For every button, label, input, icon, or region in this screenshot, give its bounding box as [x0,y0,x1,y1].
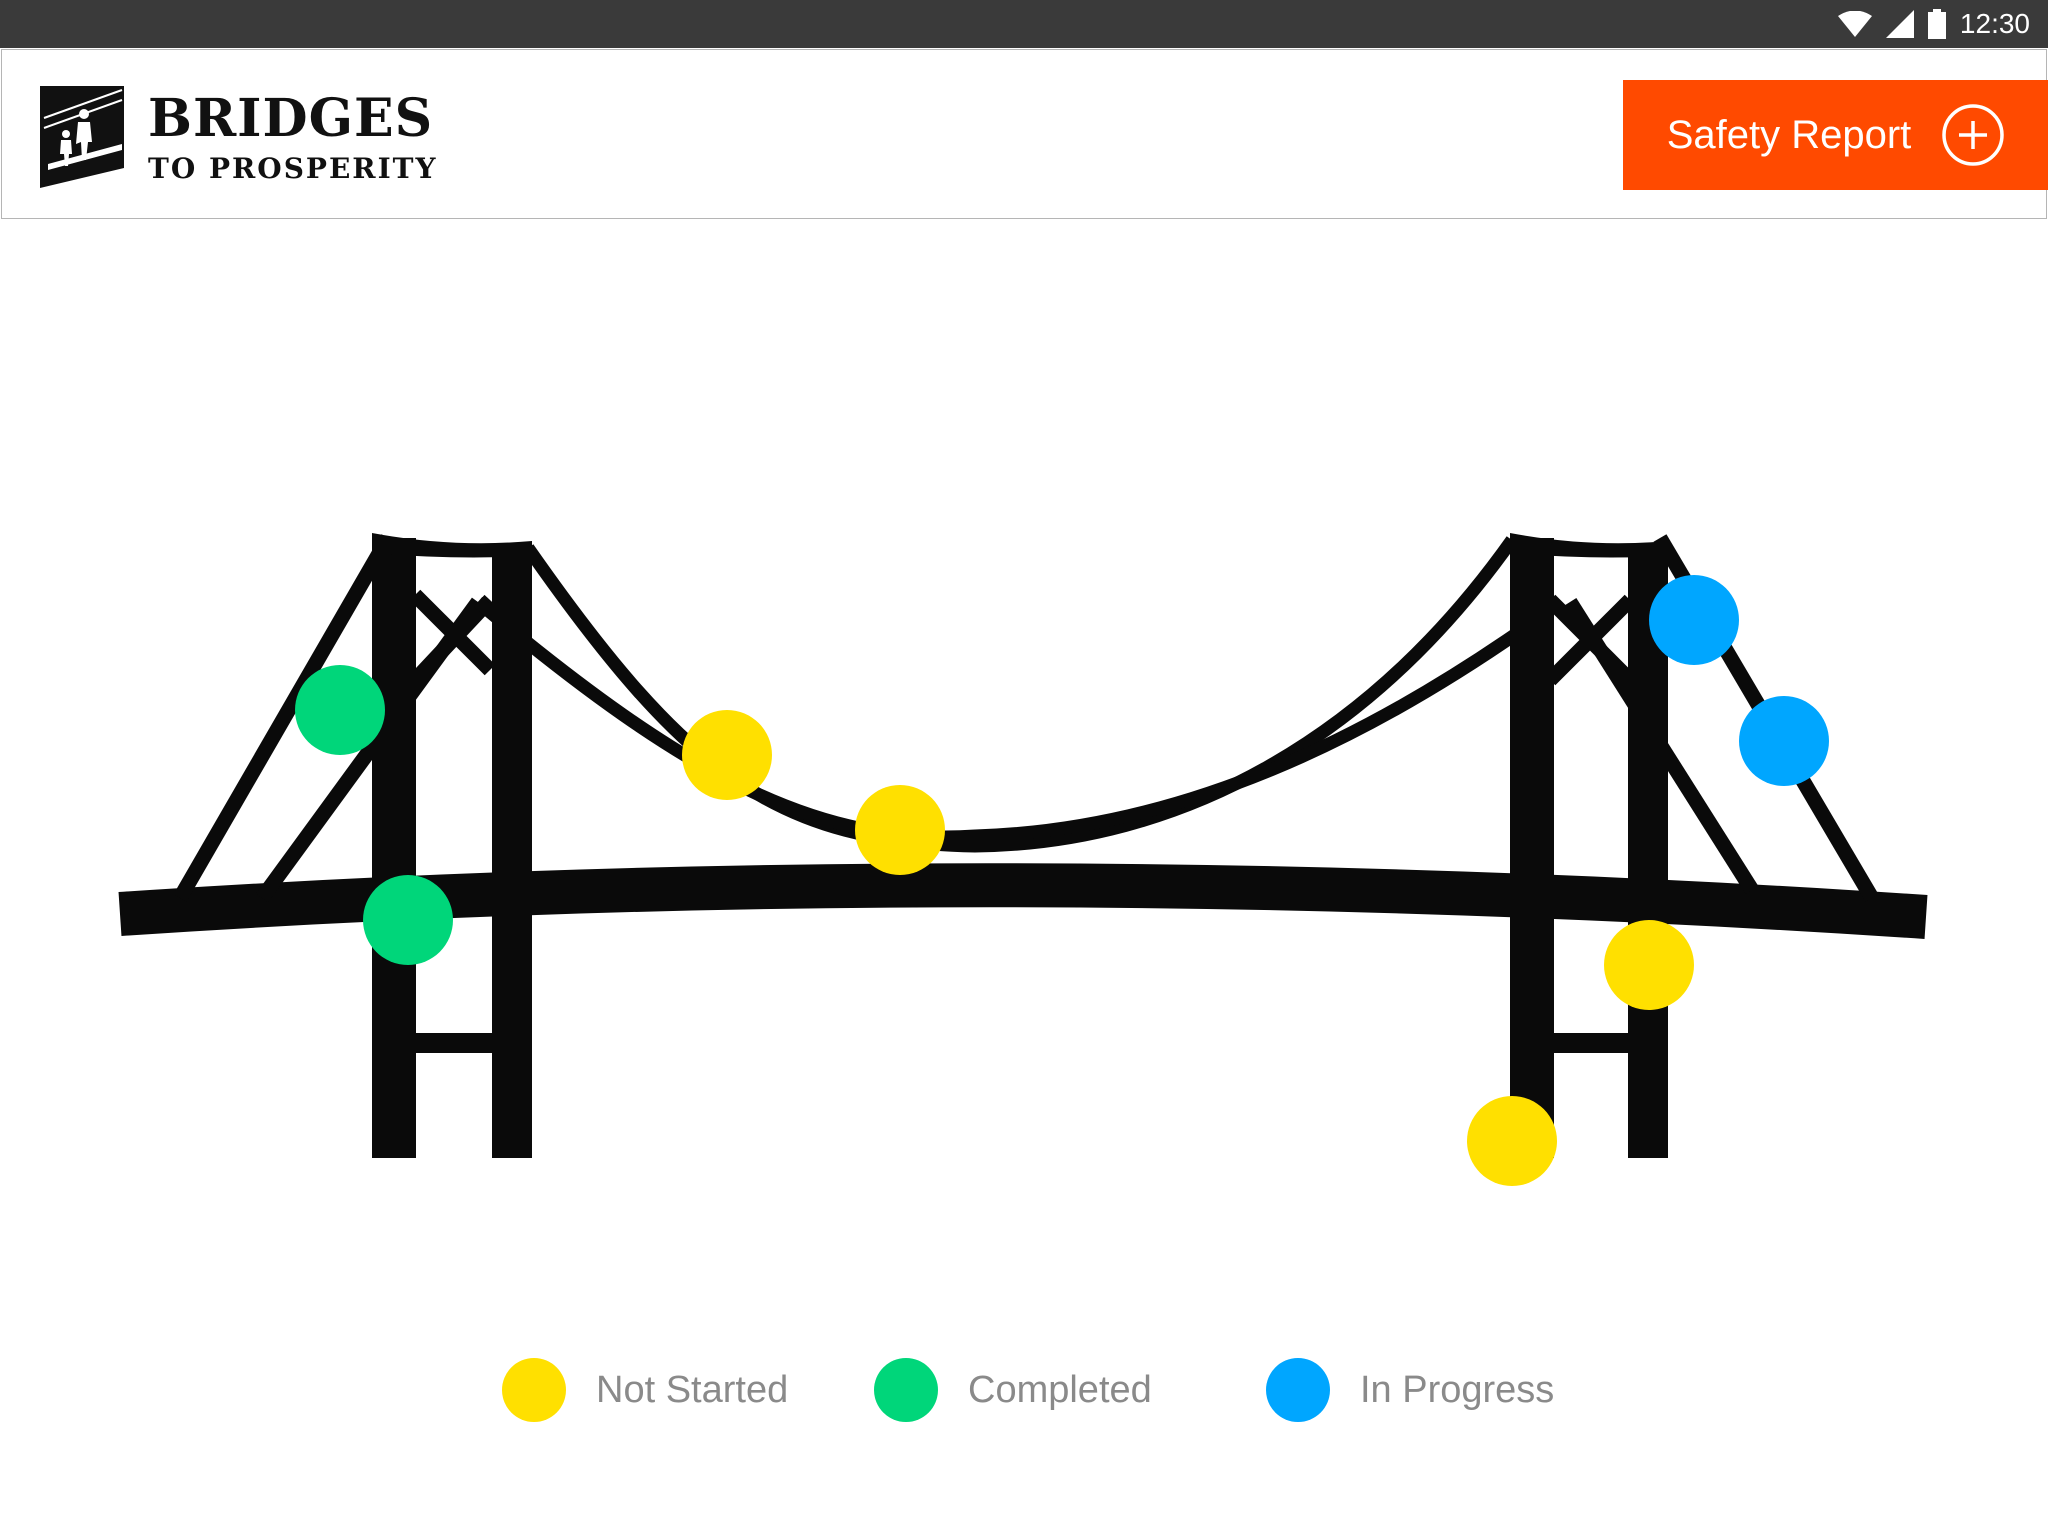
inspection-marker-right-tower-base[interactable] [1467,1096,1557,1186]
legend-label-completed: Completed [968,1368,1152,1411]
legend-dot-not-started [502,1358,566,1422]
legend-not-started: Not Started [502,1358,788,1422]
bridge-diagram [118,533,1928,1186]
inspection-marker-right-tower-deck[interactable] [1604,920,1694,1010]
legend-label-not-started: Not Started [596,1368,789,1411]
legend-label-in-progress: In Progress [1360,1368,1555,1411]
inspection-marker-main-cable-center[interactable] [855,785,945,875]
inspection-marker-left-tower-deck[interactable] [363,875,453,965]
inspection-marker-left-anchor-cable[interactable] [295,665,385,755]
legend-in-progress: In Progress [1266,1358,1554,1422]
inspection-marker-main-cable-left[interactable] [682,710,772,800]
inspection-marker-right-anchor-cable-lower[interactable] [1739,696,1829,786]
legend-dot-in-progress [1266,1358,1330,1422]
inspection-marker-right-anchor-cable-upper[interactable] [1649,575,1739,665]
legend-dot-completed [874,1358,938,1422]
legend-completed: Completed [874,1358,1152,1422]
